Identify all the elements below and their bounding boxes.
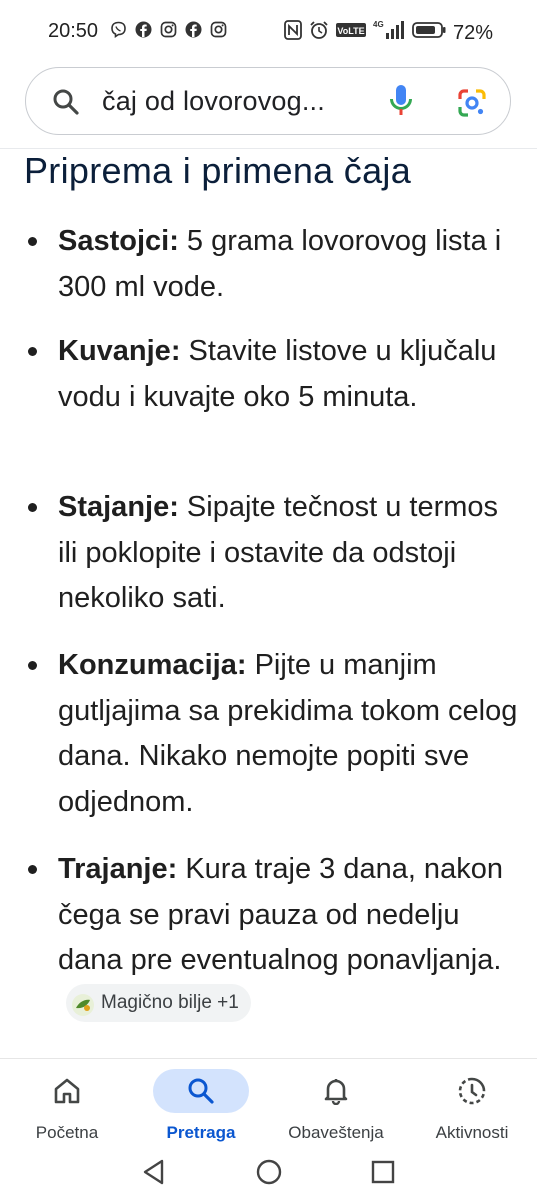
list-item: Kuvanje: Stavite listove u ključalu vodu… (28, 329, 518, 420)
bullet-point (28, 237, 37, 246)
bullet-point (28, 865, 37, 874)
status-bar: 20:50 VoLTE 4G 72% (0, 0, 537, 62)
item-term: Kuvanje: (58, 335, 181, 367)
notification-icons (110, 21, 227, 38)
section-heading: Priprema i primena čaja (24, 150, 412, 191)
home-icon (47, 1069, 87, 1113)
facebook-icon (185, 21, 202, 38)
nav-label: Početna (35, 1123, 99, 1142)
microphone-icon[interactable] (388, 84, 414, 118)
search-bar[interactable]: čaj od lovorovog... (25, 67, 511, 135)
item-term: Sastojci: (58, 225, 179, 257)
activity-icon (452, 1069, 492, 1113)
back-icon[interactable] (140, 1158, 168, 1186)
instagram-icon (160, 21, 177, 38)
item-term: Stajanje: (58, 491, 179, 523)
nav-label: Pretraga (166, 1123, 236, 1142)
facebook-icon (135, 21, 152, 38)
svg-text:4G: 4G (373, 20, 384, 29)
nfc-icon (284, 20, 302, 46)
search-icon[interactable] (52, 88, 80, 116)
instagram-icon (210, 21, 227, 38)
list-item: Sastojci: 5 grama lovorovog lista i 300 … (28, 219, 518, 310)
header-divider (0, 148, 537, 149)
viber-icon (110, 21, 127, 38)
recents-icon[interactable] (369, 1158, 397, 1186)
system-status-icons: VoLTE 4G 72% (284, 19, 493, 47)
alarm-icon (309, 20, 329, 46)
item-term: Konzumacija: (58, 649, 247, 681)
list-item: Konzumacija: Pijte u manjim gutljajima s… (28, 643, 518, 825)
search-icon (153, 1069, 249, 1113)
nav-label: Aktivnosti (435, 1123, 509, 1142)
status-time: 20:50 (48, 20, 99, 42)
search-query[interactable]: čaj od lovorovog... (102, 86, 325, 117)
source-favicon-icon (72, 992, 94, 1016)
svg-text:VoLTE: VoLTE (337, 26, 364, 36)
nav-item-notifications[interactable]: Obaveštenja (278, 1059, 394, 1147)
nav-item-activity[interactable]: Aktivnosti (418, 1059, 526, 1147)
bullet-point (28, 347, 37, 356)
list-item: Trajanje: Kura traje 3 dana, nakon čega … (28, 847, 518, 1032)
bullet-point (28, 503, 37, 512)
nav-label: Obaveštenja (288, 1123, 384, 1142)
nav-item-home[interactable]: Početna (14, 1059, 120, 1147)
nav-item-search[interactable]: Pretraga (148, 1059, 254, 1147)
system-navigation-bar (0, 1146, 537, 1200)
bell-icon (316, 1069, 356, 1113)
source-chip-label: Magično bilje +1 (101, 991, 239, 1013)
source-chip[interactable]: Magično bilje +1 (66, 983, 251, 1022)
google-lens-icon[interactable] (457, 88, 487, 118)
home-button-icon[interactable] (255, 1158, 283, 1186)
bottom-navigation: Početna Pretraga Obaveštenja Aktivnosti (0, 1058, 537, 1147)
battery-icon (412, 21, 446, 45)
volte-icon: VoLTE (335, 21, 366, 45)
bullet-point (28, 661, 37, 670)
battery-percentage: 72% (452, 21, 493, 44)
item-term: Trajanje: (58, 853, 178, 885)
list-item: Stajanje: Sipajte tečnost u termos ili p… (28, 485, 518, 622)
signal-4g-icon: 4G (373, 19, 405, 47)
